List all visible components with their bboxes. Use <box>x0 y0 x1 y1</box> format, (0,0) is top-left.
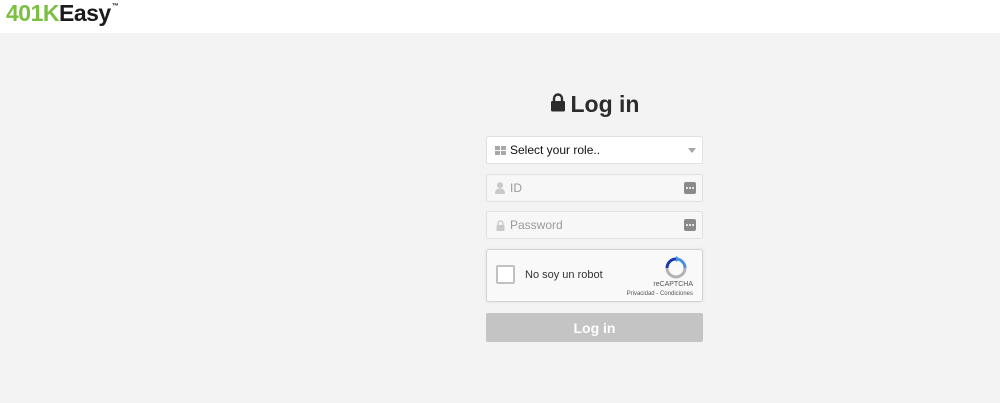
small-lock-icon <box>493 218 507 232</box>
logo-part-1: 401K <box>6 0 59 26</box>
title-text: Log in <box>570 91 640 117</box>
password-field-wrapper <box>486 211 703 239</box>
role-select-value: Select your role.. <box>510 143 601 157</box>
dropdown-caret-icon <box>688 147 696 153</box>
recaptcha-links[interactable]: Privacidad - Condiciones <box>627 291 693 297</box>
dots-icon[interactable] <box>684 219 696 231</box>
lock-icon <box>550 88 566 120</box>
header-bar: 401KEasy™ <box>0 0 1000 33</box>
logo[interactable]: 401KEasy™ <box>6 0 119 33</box>
grid-icon <box>493 143 507 157</box>
password-input[interactable] <box>510 218 684 232</box>
login-form: Log in Select your role.. ID No soy un r… <box>486 88 703 342</box>
id-input[interactable] <box>510 181 684 195</box>
captcha-label: No soy un robot <box>525 269 603 281</box>
page-title: Log in <box>486 88 703 120</box>
recaptcha-icon <box>664 256 688 280</box>
captcha-checkbox[interactable] <box>496 265 515 284</box>
id-field-wrapper <box>486 174 703 202</box>
recaptcha-widget: No soy un robot reCAPTCHA Privacidad - C… <box>486 249 703 302</box>
dots-icon[interactable] <box>684 182 696 194</box>
recaptcha-brand: reCAPTCHA <box>653 281 693 288</box>
logo-part-2: Easy <box>58 0 111 26</box>
trademark: ™ <box>111 3 119 10</box>
role-select[interactable]: Select your role.. <box>486 136 703 164</box>
user-icon <box>493 181 507 195</box>
login-button[interactable]: Log in <box>486 313 703 342</box>
